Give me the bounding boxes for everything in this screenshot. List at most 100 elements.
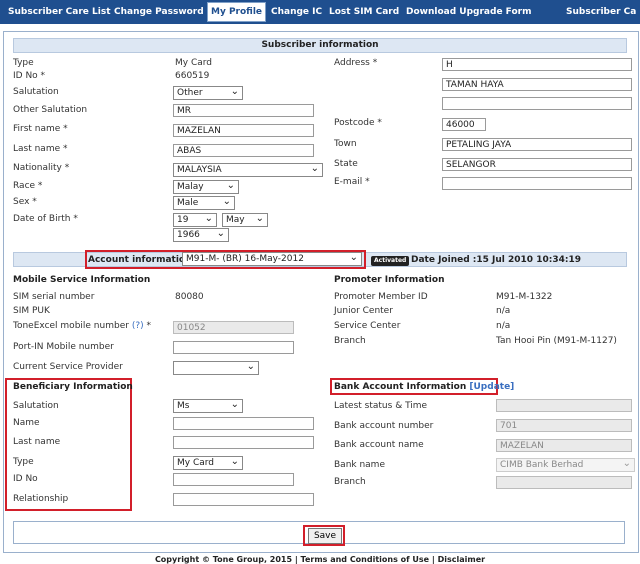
bank-name-select[interactable]: CIMB Bank Berhad ⌄ [496, 458, 635, 472]
dob-year-select[interactable]: 1966 ⌄ [173, 228, 229, 242]
sim-puk-label: SIM PUK [13, 306, 50, 316]
salutation-select[interactable]: Other ⌄ [173, 86, 243, 100]
toneexcel-input[interactable]: 01052 [173, 321, 294, 334]
bank-update-link[interactable]: [Update] [469, 382, 514, 392]
promoter-header: Promoter Information [334, 275, 445, 285]
state-input[interactable]: SELANGOR [442, 158, 632, 171]
race-label: Race * [13, 181, 43, 191]
nav-download-upgrade-form[interactable]: Download Upgrade Form [406, 0, 531, 24]
chevron-down-icon: ⌄ [204, 213, 213, 224]
sim-serial-label: SIM serial number [13, 292, 95, 302]
chevron-down-icon: ⌄ [230, 456, 239, 467]
junior-center-label: Junior Center [334, 306, 393, 316]
bank-account-number-input[interactable]: 701 [496, 419, 632, 432]
address-label: Address * [334, 58, 378, 68]
beneficiary-last-name-input[interactable] [173, 436, 314, 449]
save-button[interactable]: Save [308, 528, 342, 544]
nav-subscriber-care-list[interactable]: Subscriber Care List [8, 0, 111, 24]
latest-status-input[interactable] [496, 399, 632, 412]
chevron-down-icon: ⌄ [230, 399, 239, 410]
email-input[interactable] [442, 177, 632, 190]
mobile-service-header: Mobile Service Information [13, 275, 151, 285]
beneficiary-salutation-select[interactable]: Ms ⌄ [173, 399, 243, 413]
nationality-label: Nationality * [13, 163, 70, 173]
junior-center-value: n/a [496, 306, 511, 316]
address-line2-input[interactable]: TAMAN HAYA [442, 78, 632, 91]
beneficiary-salutation-label: Salutation [13, 401, 59, 411]
beneficiary-name-input[interactable] [173, 417, 314, 430]
nationality-select[interactable]: MALAYSIA ⌄ [173, 163, 323, 177]
beneficiary-relationship-input[interactable] [173, 493, 314, 506]
service-center-value: n/a [496, 321, 511, 331]
state-label: State [334, 159, 358, 169]
chevron-down-icon: ⌄ [246, 361, 255, 372]
id-no-value: 660519 [175, 71, 210, 81]
dob-month-selected: May [226, 215, 245, 225]
dob-day-select[interactable]: 19 ⌄ [173, 213, 217, 227]
dob-month-select[interactable]: May ⌄ [222, 213, 268, 227]
bank-header: Bank Account Information [Update] [334, 382, 514, 392]
address-line3-input[interactable] [442, 97, 632, 110]
race-selected: Malay [177, 182, 204, 192]
beneficiary-relationship-label: Relationship [13, 494, 69, 504]
latest-status-label: Latest status & Time [334, 401, 428, 411]
toneexcel-help-link[interactable]: (?) [132, 321, 144, 331]
nationality-selected: MALAYSIA [177, 165, 222, 175]
town-label: Town [334, 139, 357, 149]
bank-branch-input[interactable] [496, 476, 632, 489]
nav-change-password[interactable]: Change Password [114, 0, 204, 24]
race-select[interactable]: Malay ⌄ [173, 180, 239, 194]
last-name-input[interactable]: ABAS [173, 144, 314, 157]
port-in-label: Port-IN Mobile number [13, 342, 114, 352]
postcode-label: Postcode * [334, 118, 382, 128]
email-label: E-mail * [334, 177, 370, 187]
bank-account-name-input[interactable]: MAZELAN [496, 439, 632, 452]
beneficiary-type-select[interactable]: My Card ⌄ [173, 456, 243, 470]
first-name-label: First name * [13, 124, 68, 134]
beneficiary-id-input[interactable] [173, 473, 294, 486]
chevron-down-icon: ⌄ [622, 458, 631, 469]
top-nav: Subscriber Care List Change Password My … [0, 0, 640, 24]
address-line1-input[interactable]: H [442, 58, 632, 71]
beneficiary-name-label: Name [13, 418, 40, 428]
chevron-down-icon: ⌄ [310, 163, 319, 174]
footer-copyright: Copyright © Tone Group, 2015 | Terms and… [154, 555, 486, 564]
service-center-label: Service Center [334, 321, 401, 331]
nav-subscriber-ca[interactable]: Subscriber Ca [566, 0, 636, 24]
chevron-down-icon: ⌄ [222, 196, 231, 207]
sim-serial-value: 80080 [175, 292, 204, 302]
sex-selected: Male [177, 198, 199, 208]
chevron-down-icon: ⌄ [255, 213, 264, 224]
first-name-input[interactable]: MAZELAN [173, 124, 314, 137]
toneexcel-label: ToneExcel mobile number (?) * [13, 321, 151, 331]
chevron-down-icon: ⌄ [226, 180, 235, 191]
current-provider-label: Current Service Provider [13, 362, 123, 372]
bank-account-name-label: Bank account name [334, 440, 424, 450]
type-value: My Card [175, 58, 213, 68]
beneficiary-header: Beneficiary Information [13, 382, 133, 392]
bank-header-text: Bank Account Information [334, 382, 467, 392]
dob-day-selected: 19 [177, 215, 189, 225]
date-of-birth-label: Date of Birth * [13, 214, 78, 224]
port-in-input[interactable] [173, 341, 294, 354]
sex-label: Sex * [13, 197, 37, 207]
nav-change-ic[interactable]: Change IC [271, 0, 322, 24]
postcode-input[interactable]: 46000 [442, 118, 486, 131]
promoter-branch-value: Tan Hooi Pin (M91-M-1127) [496, 336, 617, 346]
nav-lost-sim-card[interactable]: Lost SIM Card [329, 0, 399, 24]
promoter-id-value: M91-M-1322 [496, 292, 553, 302]
date-joined: Date Joined :15 Jul 2010 10:34:19 [411, 255, 581, 265]
bank-branch-label: Branch [334, 477, 366, 487]
current-provider-select[interactable]: ⌄ [173, 361, 259, 375]
id-no-label: ID No * [13, 71, 46, 81]
chevron-down-icon: ⌄ [230, 86, 239, 97]
last-name-label: Last name * [13, 144, 68, 154]
sex-select[interactable]: Male ⌄ [173, 196, 235, 210]
other-salutation-label: Other Salutation [13, 105, 88, 115]
other-salutation-input[interactable]: MR [173, 104, 314, 117]
salutation-selected: Other [177, 88, 203, 98]
toneexcel-required-mark: * [143, 321, 151, 331]
promoter-id-label: Promoter Member ID [334, 292, 428, 302]
nav-my-profile[interactable]: My Profile [207, 2, 267, 22]
town-input[interactable]: PETALING JAYA [442, 138, 632, 151]
